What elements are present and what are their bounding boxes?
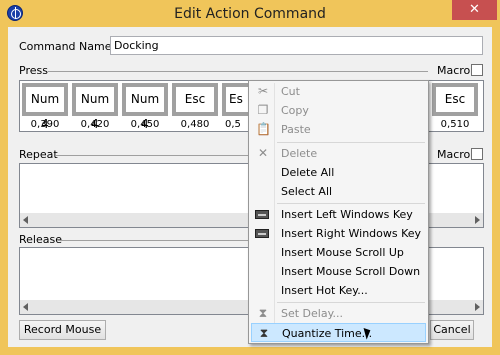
- menu-item-copy[interactable]: ❐ Copy: [251, 101, 426, 120]
- release-label: Release: [19, 233, 62, 246]
- key-time: 0,390: [30, 119, 60, 130]
- key-chip[interactable]: Esc: [172, 83, 218, 116]
- press-label: Press: [19, 64, 48, 77]
- hourglass-icon: ⧗: [259, 326, 269, 340]
- repeat-label: Repeat: [19, 148, 58, 161]
- menu-item-quantize-time[interactable]: ⧗ Quantize Time...: [251, 323, 426, 342]
- key-time: 0,420: [80, 119, 110, 130]
- keyboard-icon: [255, 229, 269, 238]
- repeat-macro-label: Macro: [437, 148, 471, 161]
- record-mouse-button[interactable]: Record Mouse: [19, 320, 106, 340]
- title-bar: Edit Action Command ✕: [0, 0, 500, 26]
- scroll-left-icon[interactable]: [23, 216, 28, 224]
- menu-item-delete-all[interactable]: Delete All: [251, 163, 426, 182]
- menu-separator: [277, 142, 425, 143]
- cut-icon: ✂: [257, 84, 269, 98]
- keyboard-icon: [255, 210, 269, 219]
- command-name-input[interactable]: Docking: [110, 36, 483, 55]
- delete-icon: ✕: [257, 146, 269, 160]
- press-divider: [48, 71, 428, 72]
- menu-item-insert-mouse-scroll-down[interactable]: Insert Mouse Scroll Down: [251, 262, 426, 281]
- key-time: 0,510: [440, 119, 470, 130]
- context-menu: ✂ Cut ❐ Copy 📋 Paste ✕ Delete Delete All…: [248, 80, 429, 344]
- scroll-right-icon[interactable]: [475, 303, 480, 311]
- key-time: 0,450: [130, 119, 160, 130]
- menu-item-select-all[interactable]: Select All: [251, 182, 426, 201]
- menu-item-insert-right-windows-key[interactable]: Insert Right Windows Key: [251, 224, 426, 243]
- scroll-left-icon[interactable]: [23, 303, 28, 311]
- menu-item-insert-mouse-scroll-up[interactable]: Insert Mouse Scroll Up: [251, 243, 426, 262]
- key-time: 0,480: [180, 119, 210, 130]
- menu-separator: [277, 203, 425, 204]
- paste-icon: 📋: [256, 122, 271, 136]
- close-button[interactable]: ✕: [452, 0, 497, 20]
- key-chip[interactable]: Num 4: [122, 83, 168, 131]
- press-macro-label: Macro: [437, 64, 471, 77]
- menu-item-set-delay[interactable]: ⧗ Set Delay...: [251, 304, 426, 323]
- key-chip[interactable]: Num 4: [22, 83, 68, 131]
- menu-item-delete[interactable]: ✕ Delete: [251, 144, 426, 163]
- menu-item-insert-left-windows-key[interactable]: Insert Left Windows Key: [251, 205, 426, 224]
- command-name-label: Command Name: [19, 40, 112, 53]
- menu-item-cut[interactable]: ✂ Cut: [251, 82, 426, 101]
- cancel-button[interactable]: Cancel: [430, 320, 474, 340]
- key-chip[interactable]: Esc: [432, 83, 478, 116]
- repeat-macro-checkbox[interactable]: [471, 148, 483, 160]
- menu-item-paste[interactable]: 📋 Paste: [251, 120, 426, 139]
- hourglass-icon: ⧗: [258, 306, 268, 320]
- menu-separator: [277, 302, 425, 303]
- key-chip[interactable]: Num 4: [72, 83, 118, 131]
- window-title: Edit Action Command: [174, 6, 326, 22]
- press-macro-checkbox[interactable]: [471, 64, 483, 76]
- scroll-right-icon[interactable]: [475, 216, 480, 224]
- copy-icon: ❐: [257, 103, 269, 117]
- menu-item-insert-hot-key[interactable]: Insert Hot Key...: [251, 281, 426, 300]
